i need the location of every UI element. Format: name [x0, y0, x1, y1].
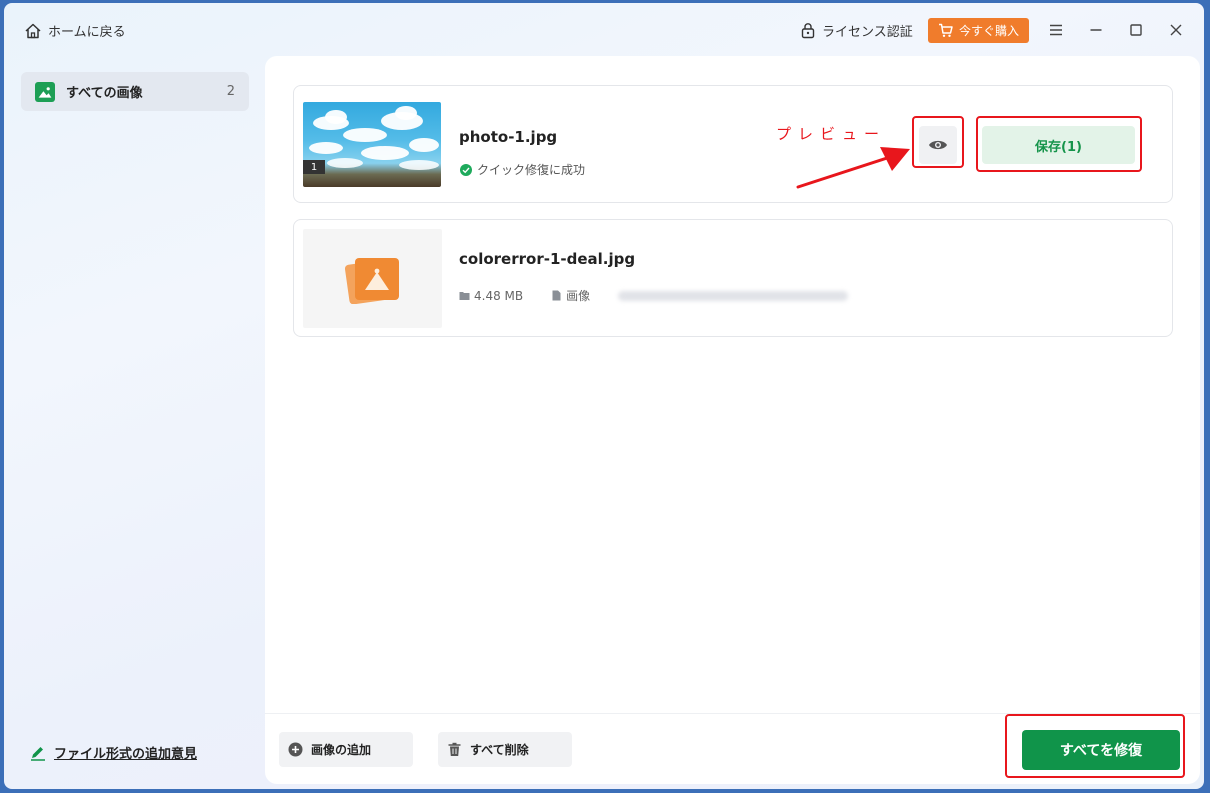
folder-icon — [459, 292, 470, 300]
cart-icon — [938, 23, 953, 37]
home-back-link[interactable]: ホームに戻る — [24, 21, 126, 40]
repair-status-label: クイック修復に成功 — [477, 163, 586, 177]
file-thumbnail[interactable] — [303, 229, 442, 328]
main-panel: 1 photo-1.jpg クイック修復に成功 保存(1) プレビュー colo… — [265, 56, 1200, 784]
maximize-icon — [1130, 24, 1142, 36]
close-button[interactable] — [1165, 19, 1187, 41]
app-window: ホームに戻る ライセンス認証 今すぐ購入 すべての画像 2 ファイル形式の追加意… — [4, 3, 1204, 789]
plus-circle-icon — [288, 742, 303, 757]
file-size: 4.48 MB — [474, 288, 524, 303]
pencil-icon — [31, 746, 45, 761]
thumbnail-count-badge: 1 — [303, 160, 325, 174]
delete-all-label: すべて削除 — [470, 743, 529, 757]
buy-now-button[interactable]: 今すぐ購入 — [928, 18, 1029, 43]
file-thumbnail[interactable]: 1 — [303, 102, 441, 187]
image-icon — [35, 81, 55, 102]
file-type-icon — [552, 290, 561, 301]
menu-button[interactable] — [1045, 19, 1067, 41]
sidebar-item-count: 2 — [226, 84, 235, 99]
image-placeholder-icon — [344, 257, 399, 304]
close-icon — [1170, 24, 1182, 36]
add-format-suggestion-link[interactable]: ファイル形式の追加意見 — [30, 743, 197, 762]
maximize-button[interactable] — [1125, 19, 1147, 41]
sidebar-item-label: すべての画像 — [66, 86, 143, 101]
file-meta: 4.48 MB 画像 — [459, 287, 849, 304]
footer-divider — [265, 713, 1200, 714]
add-image-label: 画像の追加 — [311, 743, 372, 757]
buy-now-label: 今すぐ購入 — [958, 24, 1019, 38]
file-card-pending: colorerror-1-deal.jpg 4.48 MB 画像 — [293, 219, 1173, 337]
file-type: 画像 — [566, 289, 591, 303]
hamburger-menu-icon — [1050, 24, 1062, 36]
home-icon — [25, 23, 41, 38]
check-circle-icon — [460, 163, 472, 176]
add-format-label: ファイル形式の追加意見 — [54, 747, 198, 762]
annotation-arrow-icon — [796, 147, 910, 189]
eye-icon — [929, 140, 947, 150]
preview-button[interactable] — [919, 126, 957, 164]
file-name: colorerror-1-deal.jpg — [459, 250, 636, 268]
sidebar-item-all-images[interactable]: すべての画像 2 — [21, 72, 249, 111]
save-button[interactable]: 保存(1) — [982, 126, 1135, 164]
lock-icon — [801, 23, 815, 39]
minimize-button[interactable] — [1085, 19, 1107, 41]
license-label: ライセンス認証 — [822, 25, 913, 40]
home-back-label: ホームに戻る — [48, 25, 126, 40]
file-name: photo-1.jpg — [459, 128, 558, 146]
delete-all-button[interactable]: すべて削除 — [438, 732, 572, 767]
repair-status: クイック修復に成功 — [460, 161, 585, 178]
repair-all-button[interactable]: すべてを修復 — [1022, 730, 1180, 770]
file-card-repaired: 1 photo-1.jpg クイック修復に成功 保存(1) プレビュー — [293, 85, 1173, 203]
license-activation-link[interactable]: ライセンス認証 — [800, 21, 913, 40]
minimize-icon — [1090, 29, 1102, 31]
blurred-info — [618, 290, 849, 301]
trash-icon — [448, 742, 461, 756]
add-image-button[interactable]: 画像の追加 — [279, 732, 413, 767]
